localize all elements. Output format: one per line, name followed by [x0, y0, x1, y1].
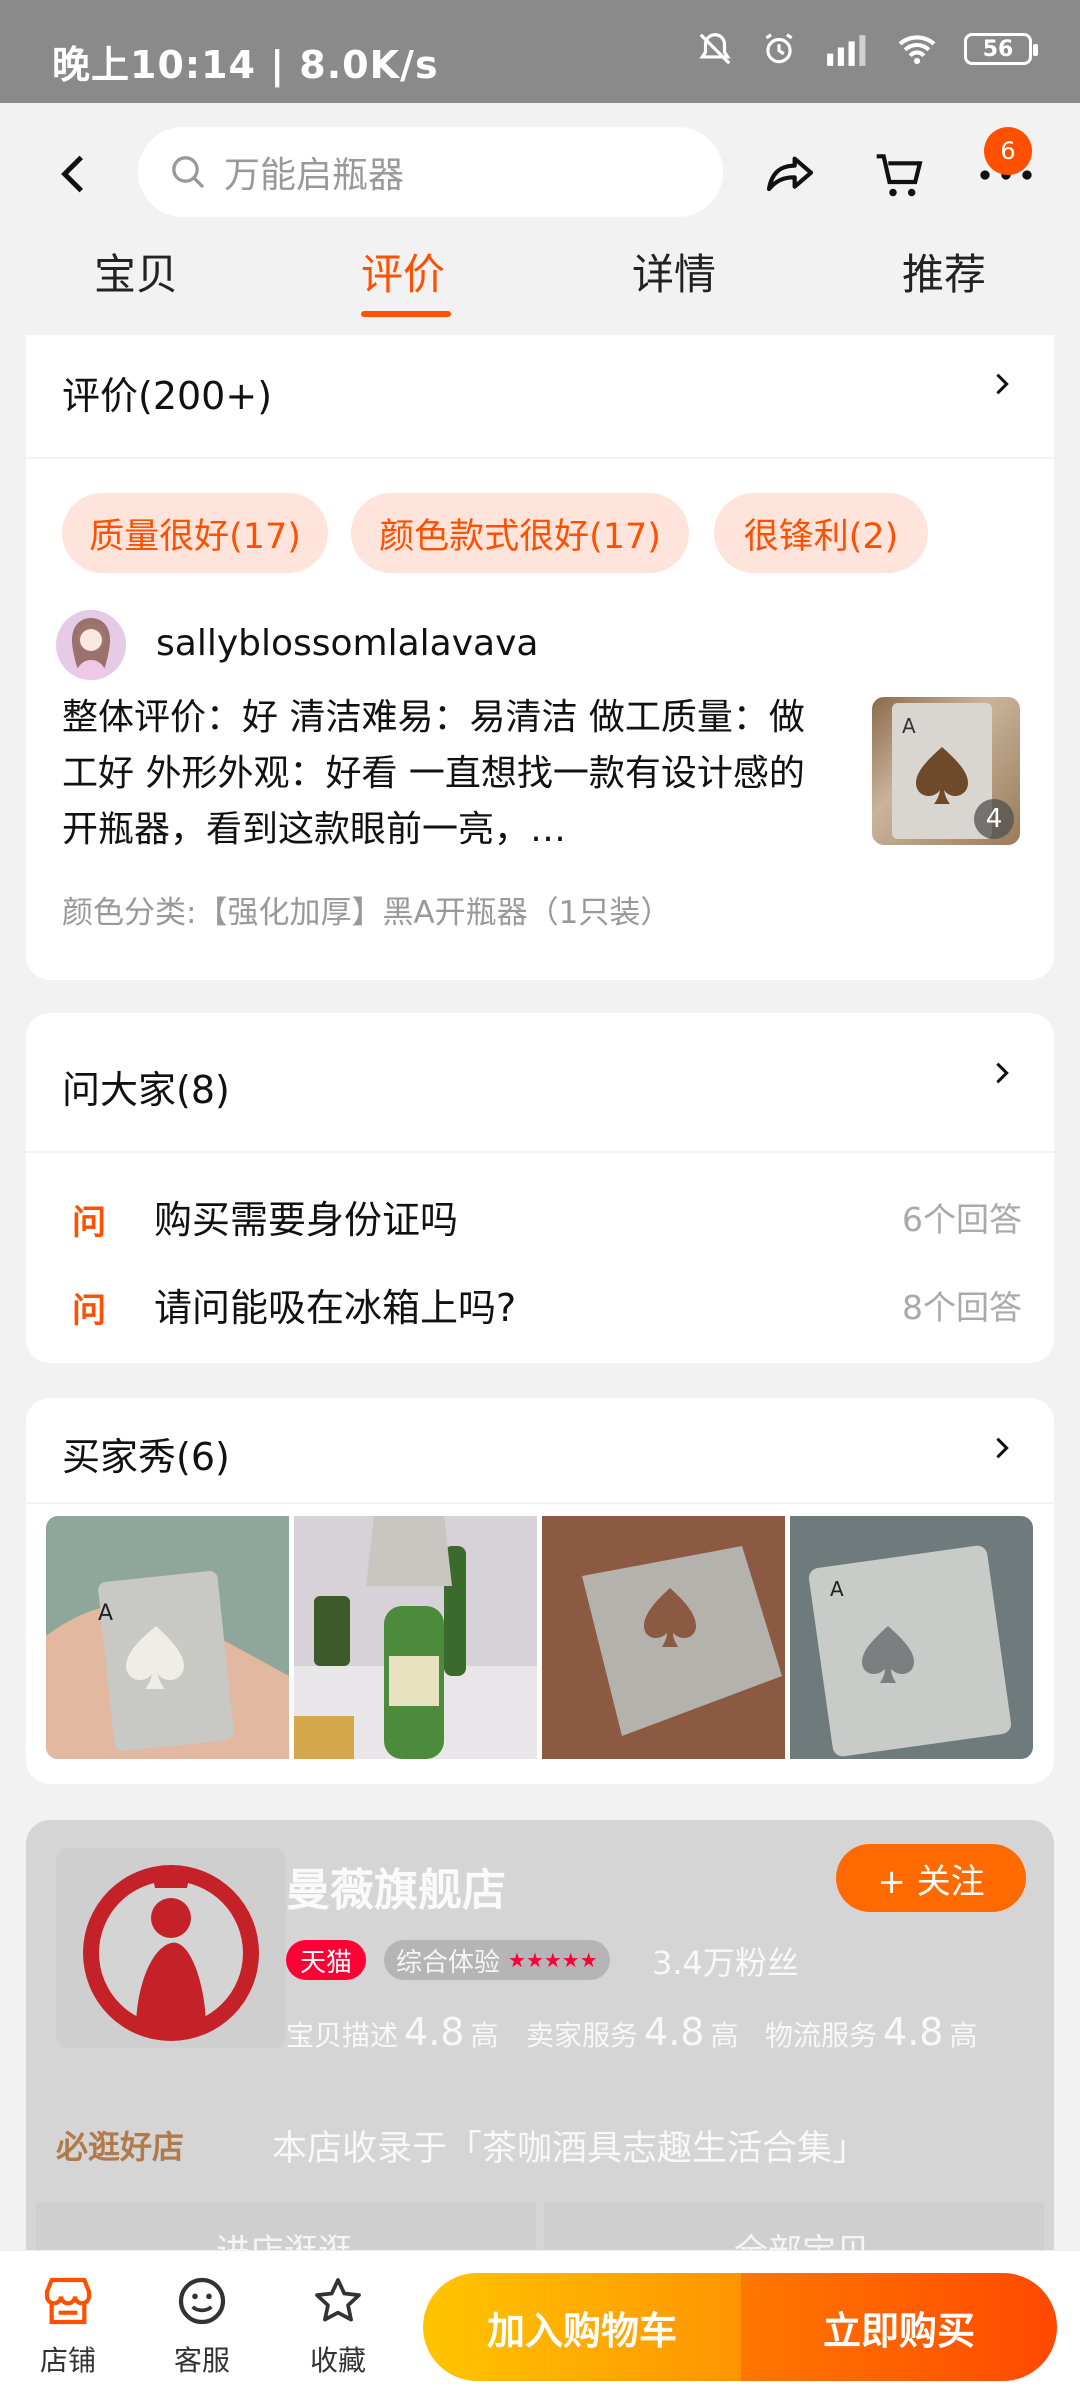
- service-label: 客服: [173, 2344, 230, 2377]
- metric-level: 高: [949, 2019, 978, 2052]
- avatar[interactable]: [56, 610, 126, 680]
- store-label: 店铺: [39, 2344, 96, 2377]
- shop-metric: 卖家服务 4.8 高: [526, 2010, 738, 2054]
- active-tab-indicator: [361, 311, 451, 317]
- section-tabs: 宝贝 评价 详情 推荐: [0, 241, 1080, 333]
- status-icons: 56: [696, 30, 1038, 68]
- chevron-right-icon[interactable]: [988, 1434, 1016, 1462]
- shop-collection-text[interactable]: 本店收录于「茶咖酒具志趣生活合集」: [272, 2120, 867, 2171]
- metric-label: 物流服务: [765, 2019, 878, 2052]
- cart-icon[interactable]: [872, 147, 928, 203]
- divider: [26, 1151, 1054, 1153]
- shop-metric: 宝贝描述 4.8 高: [286, 2010, 498, 2054]
- mute-bell-icon: [699, 33, 731, 65]
- rating-stars: ★★★★★: [508, 1948, 598, 1972]
- svg-text:A: A: [830, 1577, 844, 1601]
- search-bar[interactable]: 万能启瓶器: [138, 127, 723, 217]
- alarm-icon: [765, 33, 793, 64]
- battery-icon: 56: [964, 33, 1038, 65]
- search-placeholder: 万能启瓶器: [224, 155, 405, 196]
- message-count-badge: 6: [984, 127, 1032, 175]
- battery-level: 56: [982, 36, 1014, 62]
- buyer-show-card: 买家秀(6) A A: [26, 1398, 1054, 1784]
- metric-value: 4.8: [644, 2010, 705, 2054]
- qa-card: 问大家(8) 问 购买需要身份证吗 6个回答 问 请问能吸在冰箱上吗? 8个回答: [26, 1013, 1054, 1363]
- fans-count: 3.4万粉丝: [652, 1944, 799, 1982]
- reviews-title[interactable]: 评价(200+): [62, 365, 272, 420]
- tab-details[interactable]: 详情: [632, 241, 716, 302]
- buyer-photo[interactable]: [542, 1516, 785, 1759]
- search-icon: [172, 156, 205, 189]
- question-marker: 问: [72, 1203, 106, 1243]
- tab-item[interactable]: 宝贝: [94, 241, 178, 302]
- chevron-right-icon[interactable]: [988, 370, 1016, 398]
- status-bar: 晚上10:14 | 8.0K/s 56: [0, 0, 1080, 103]
- buyer-photo[interactable]: A: [46, 1516, 289, 1759]
- divider: [26, 1502, 1054, 1504]
- review-tag[interactable]: 质量很好(17): [62, 493, 328, 573]
- metric-label: 宝贝描述: [286, 2019, 399, 2052]
- metric-level: 高: [710, 2019, 739, 2052]
- question-marker: 问: [72, 1291, 106, 1331]
- qa-title[interactable]: 问大家(8): [62, 1059, 230, 1114]
- review-tag[interactable]: 颜色款式很好(17): [351, 493, 689, 573]
- qa-item[interactable]: 问 请问能吸在冰箱上吗? 8个回答: [62, 1277, 1022, 1337]
- wifi-icon: [898, 35, 936, 64]
- answer-count: 8个回答: [902, 1288, 1022, 1327]
- review-tag[interactable]: 很锋利(2): [714, 493, 928, 573]
- review-sku: 颜色分类:【强化加厚】黑A开瓶器（1只装）: [62, 895, 672, 931]
- share-icon[interactable]: [762, 147, 818, 203]
- svg-text:A: A: [98, 1601, 113, 1626]
- metric-label: 卖家服务: [526, 2019, 639, 2052]
- tab-recommend[interactable]: 推荐: [902, 241, 986, 302]
- signal-icon: [827, 35, 866, 66]
- favorite-button[interactable]: 收藏: [298, 2273, 378, 2379]
- review-photo[interactable]: A 4: [872, 697, 1020, 845]
- buy-now-button[interactable]: 立即购买: [741, 2273, 1057, 2381]
- tab-reviews[interactable]: 评价: [361, 241, 445, 302]
- bottom-action-bar: 店铺 客服 收藏 加入购物车 立即购买: [0, 2250, 1080, 2400]
- metric-value: 4.8: [883, 2010, 944, 2054]
- product-header: 万能启瓶器 6 宝贝 评价 详情 推荐: [0, 103, 1080, 333]
- reviews-card: 评价(200+) 质量很好(17) 颜色款式很好(17) 很锋利(2) sall…: [26, 335, 1054, 980]
- star-icon: [315, 2278, 361, 2322]
- buyer-photo[interactable]: A: [790, 1516, 1033, 1759]
- customer-service-icon: [178, 2277, 226, 2325]
- question-text: 购买需要身份证吗: [154, 1198, 459, 1242]
- status-time: 晚上10:14 | 8.0K/s: [52, 43, 439, 87]
- question-text: 请问能吸在冰箱上吗?: [154, 1286, 517, 1330]
- shop-name[interactable]: 曼薇旗舰店: [286, 1854, 506, 1918]
- photo-count: 4: [974, 799, 1014, 839]
- shop-metric: 物流服务 4.8 高: [765, 2010, 977, 2054]
- buyer-photo[interactable]: [294, 1516, 537, 1759]
- experience-badge: 综合体验 ★★★★★: [384, 1940, 610, 1980]
- tmall-badge: 天猫: [286, 1940, 367, 1980]
- shop-logo[interactable]: [56, 1848, 286, 2048]
- qa-item[interactable]: 问 购买需要身份证吗 6个回答: [62, 1189, 1022, 1249]
- store-icon: [44, 2277, 92, 2325]
- experience-label: 综合体验: [396, 1947, 501, 1978]
- metric-level: 高: [470, 2019, 499, 2052]
- svg-text:A: A: [902, 714, 916, 738]
- reviewer-name[interactable]: sallyblossomlalavava: [156, 623, 538, 664]
- favorite-label: 收藏: [309, 2344, 366, 2377]
- chevron-right-icon[interactable]: [988, 1059, 1016, 1087]
- review-text[interactable]: 整体评价：好 清洁难易：易清洁 做工质量：做工好 外形外观：好看 一直想找一款有…: [62, 690, 832, 858]
- must-visit-badge: 必逛好店: [56, 2128, 185, 2166]
- service-button[interactable]: 客服: [162, 2273, 242, 2379]
- divider: [26, 457, 1054, 459]
- follow-button[interactable]: + 关注: [836, 1844, 1026, 1912]
- add-to-cart-button[interactable]: 加入购物车: [423, 2273, 741, 2381]
- buyer-show-title[interactable]: 买家秀(6): [62, 1426, 230, 1481]
- store-button[interactable]: 店铺: [28, 2273, 108, 2379]
- answer-count: 6个回答: [902, 1200, 1022, 1239]
- back-arrow-icon[interactable]: [50, 149, 100, 199]
- metric-value: 4.8: [404, 2010, 465, 2054]
